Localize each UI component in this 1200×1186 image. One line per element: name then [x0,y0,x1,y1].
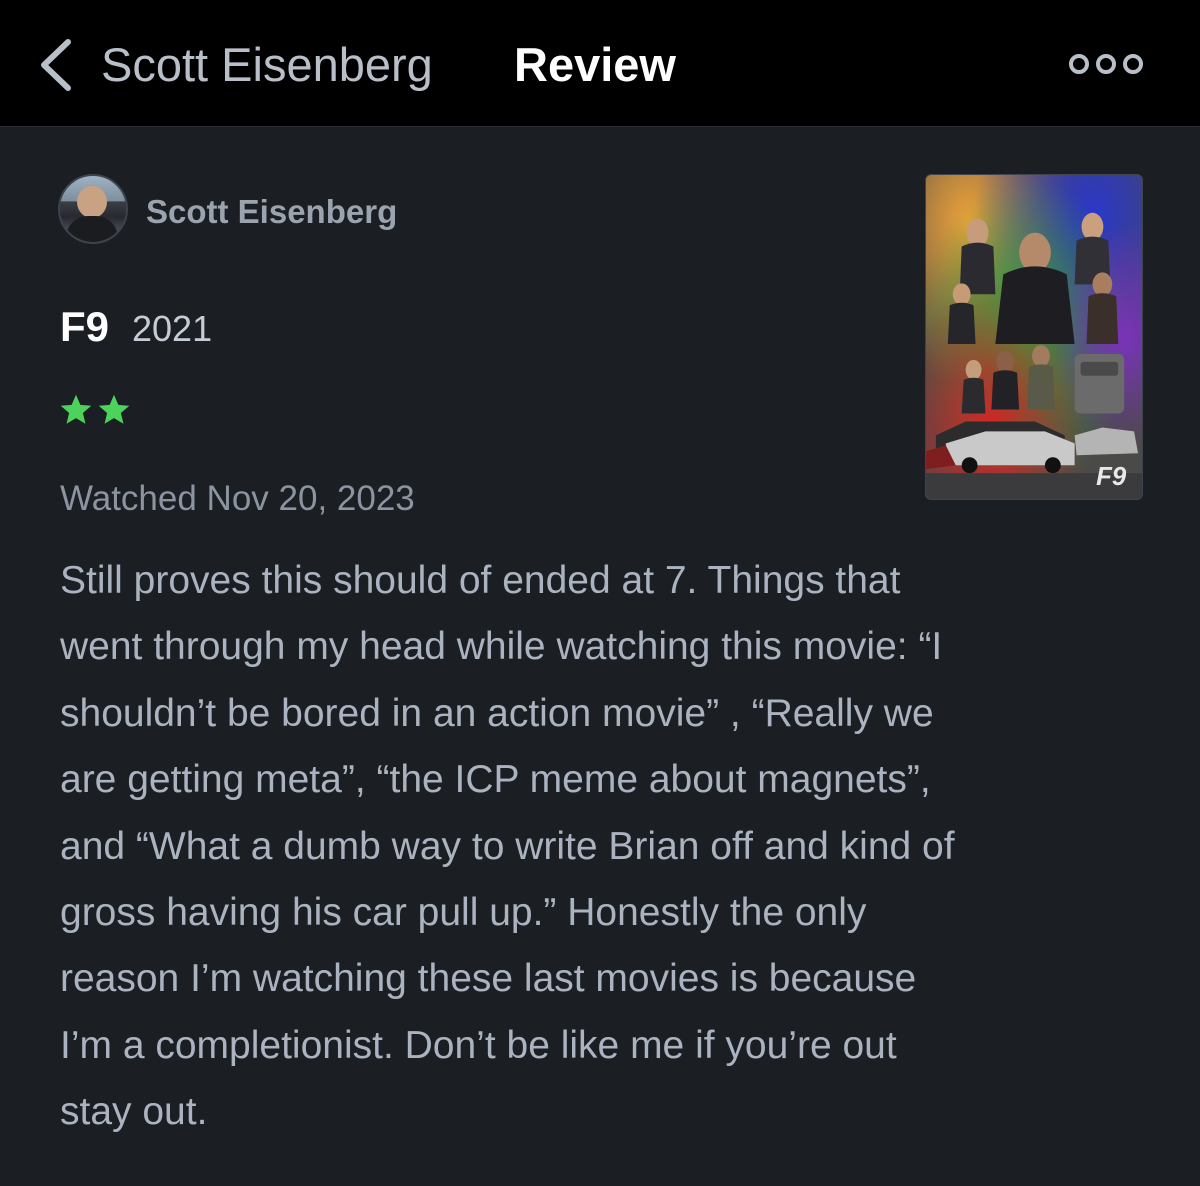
review-line: reason I’m watching these last movies is… [60,957,917,1001]
review-line: are getting meta”, “the ICP meme about m… [60,758,931,802]
film-title[interactable]: F9 [60,302,109,352]
film-poster[interactable]: F9 [925,174,1143,500]
review-line: gross having his car pull up.” Honestly … [60,891,867,935]
star-icon [60,394,92,424]
poster-title-text: F9 [1096,463,1127,491]
watched-date: Watched Nov 20, 2023 [60,479,415,518]
star-rating [58,392,132,432]
chevron-left-icon[interactable] [36,36,76,94]
avatar[interactable] [58,174,128,244]
film-year[interactable]: 2021 [132,306,212,352]
review-line: stay out. [60,1090,208,1134]
review-body: Still proves this should of ended at 7. … [60,548,1160,1146]
review-line: I’m a completionist. Don’t be like me if… [60,1023,897,1067]
navigation-bar: Scott Eisenberg Review [0,0,1200,127]
author-name[interactable]: Scott Eisenberg [146,192,397,232]
review-line: went through my head while watching this… [60,625,943,669]
review-line: Still proves this should of ended at 7. … [60,559,901,602]
star-icon [98,394,130,424]
more-options-icon[interactable] [1066,50,1146,78]
page-title: Review [514,38,676,91]
back-button-label[interactable]: Scott Eisenberg [101,36,433,94]
review-line: shouldn’t be bored in an action movie” ,… [60,691,934,735]
review-line: and “What a dumb way to write Brian off … [60,824,955,868]
